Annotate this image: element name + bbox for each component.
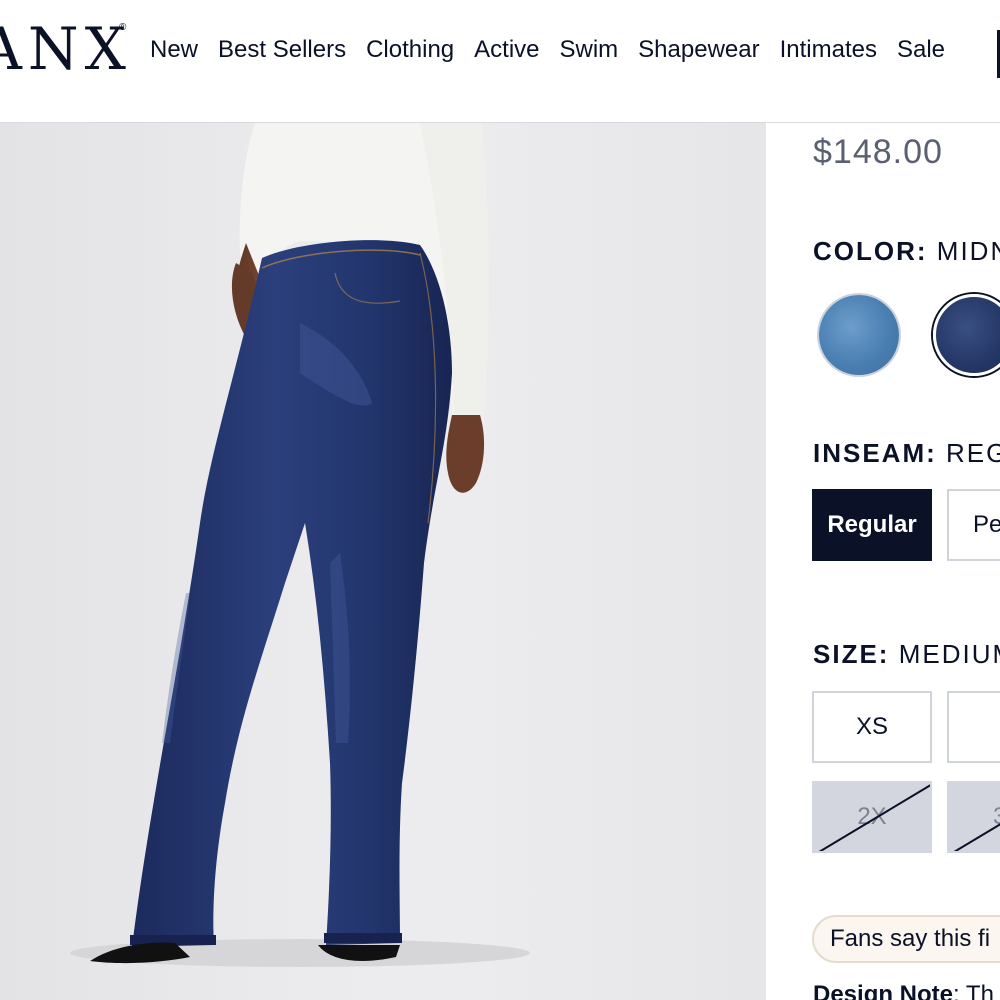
size-selected-value: MEDIUM [898,639,1000,669]
size-s-button[interactable] [947,691,1000,763]
model-in-jeans-illustration [70,123,530,967]
nav-item-sale[interactable]: Sale [897,34,945,66]
size-3x-button[interactable]: 3 [947,781,1000,853]
swatch-light-wash[interactable] [819,295,899,375]
nav-item-swim[interactable]: Swim [560,34,619,66]
design-note: Design Note: Th [813,981,994,1000]
logo-text: ANX [0,15,132,83]
inseam-petite-button[interactable]: Pe [947,489,1000,561]
registered-mark: ® [119,22,127,33]
nav-item-intimates[interactable]: Intimates [780,34,877,66]
product-image[interactable] [0,123,766,1000]
inseam-label: INSEAM: [813,438,937,468]
size-label: SIZE: [813,639,890,669]
unavailable-strike-icon [953,823,1000,851]
design-note-label: Design Note [813,981,954,1000]
inseam-option-label: INSEAM: REG [813,438,1000,469]
unavailable-strike-icon [818,784,930,851]
product-price: $148.00 [813,133,943,171]
color-label: COLOR: [813,236,928,266]
nav-item-new[interactable]: New [150,34,198,66]
product-page: ANX ® New Best Sellers Clothing Active S… [0,0,1000,1000]
swatch-midnight[interactable] [933,294,1000,376]
nav-item-best-sellers[interactable]: Best Sellers [218,34,346,66]
color-selected-value: MIDN [936,236,1000,266]
product-options-panel: $148.00 COLOR: MIDN INSEAM: REG Regular … [767,123,1000,1000]
main-nav: New Best Sellers Clothing Active Swim Sh… [150,34,965,66]
color-option-label: COLOR: MIDN [813,236,1000,267]
nav-item-clothing[interactable]: Clothing [366,34,454,66]
fans-say-pill[interactable]: Fans say this fi [812,915,1000,963]
nav-item-active[interactable]: Active [474,34,539,66]
size-2x-button[interactable]: 2X [812,781,932,853]
size-option-label: SIZE: MEDIUM [813,639,1000,670]
brand-logo[interactable]: ANX [0,16,132,82]
inseam-selected-value: REG [946,438,1000,468]
inseam-regular-button[interactable]: Regular [812,489,932,561]
design-note-text: : Th [953,981,994,1000]
size-xs-button[interactable]: XS [812,691,932,763]
nav-item-shapewear[interactable]: Shapewear [638,34,759,66]
site-header: ANX ® New Best Sellers Clothing Active S… [0,0,1000,123]
